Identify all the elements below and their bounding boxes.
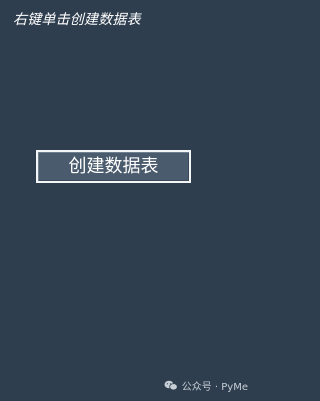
- create-table-button[interactable]: 创建数据表: [36, 150, 191, 183]
- watermark: 公众号 · PyMe: [164, 378, 248, 393]
- watermark-text: 公众号 · PyMe: [181, 382, 248, 393]
- app-window[interactable]: 右键单击创建数据表 创建数据表 公众号 · PyMe: [0, 0, 260, 401]
- wechat-icon: [164, 380, 178, 391]
- instruction-label: 右键单击创建数据表: [13, 12, 141, 28]
